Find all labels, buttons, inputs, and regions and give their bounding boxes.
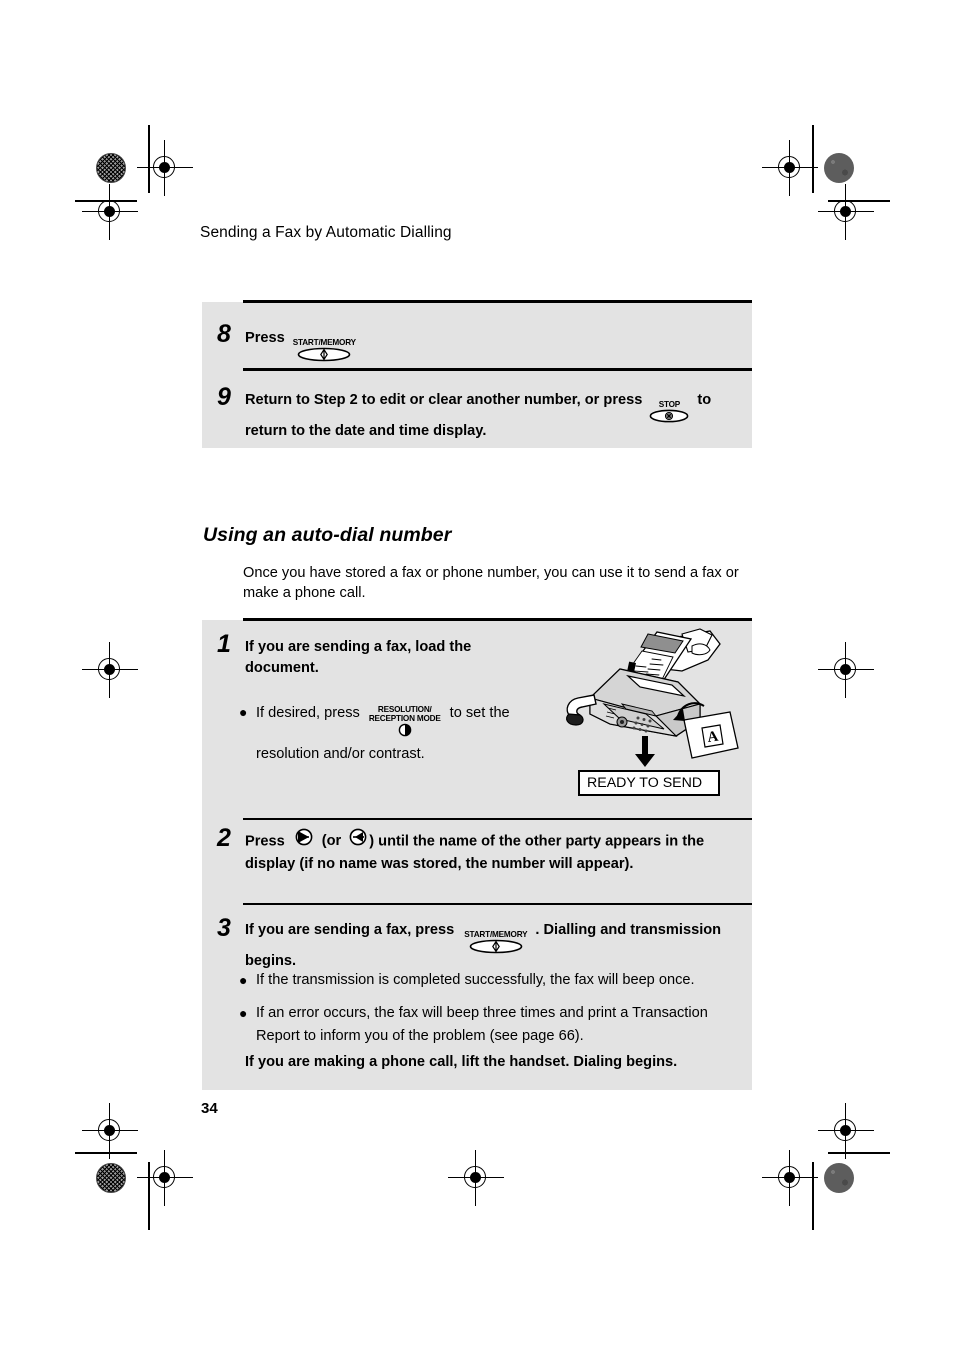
step-3-bullet-2-text: If an error occurs, the fax will beep th…: [256, 1005, 708, 1044]
step-1-heading-line1: If you are sending a fax, load the: [245, 639, 472, 655]
density-patch-top-right: [824, 153, 854, 183]
bullet-dot-icon: ●: [239, 972, 248, 988]
step-2-text: Press (or ) until the name of the other …: [245, 828, 750, 875]
rule-above-step-1: [243, 618, 752, 621]
density-patch-bottom-right: [824, 1163, 854, 1193]
registration-mark-middle-left: [82, 642, 138, 698]
start-memory-key-label: START/MEMORY: [464, 930, 528, 939]
trim-line-bottom-right-horizontal: [828, 1152, 890, 1154]
step-1-bullet-part2: to set the: [449, 705, 510, 721]
step-9-line1-text: Return to Step 2 to edit or clear anothe…: [245, 392, 643, 408]
bullet-dot-icon: ●: [239, 704, 248, 720]
start-memory-key-icon[interactable]: START/MEMORY: [464, 930, 528, 954]
document-page: Sending a Fax by Automatic Dialling 8 Pr…: [0, 0, 954, 1351]
right-arrow-key-icon[interactable]: [293, 828, 315, 853]
registration-mark-lower-right: [818, 1103, 874, 1159]
running-head: Sending a Fax by Automatic Dialling: [200, 224, 452, 241]
rule-above-step-3: [243, 903, 752, 905]
step-9-line2-text: return to the date and time display.: [245, 423, 487, 439]
bullet-dot-icon: ●: [239, 1005, 248, 1021]
down-arrow-icon: [632, 736, 658, 773]
step-1-bullet: ● If desired, press RESOLUTION/ RECEPTIO…: [239, 701, 539, 766]
stop-key-icon[interactable]: STOP: [649, 400, 689, 423]
step-9-to-label: to: [697, 392, 712, 408]
display-readout-box: READY TO SEND: [578, 770, 720, 796]
trim-line-bottom-left-horizontal: [75, 1152, 137, 1154]
registration-mark-top-left: [137, 140, 193, 196]
step-3-text-part2: . Dialling and transmission: [535, 922, 722, 938]
registration-mark-upper-left: [82, 184, 138, 240]
step-8-text: Press START/MEMORY: [245, 328, 745, 362]
trim-line-top-right-horizontal: [828, 200, 890, 202]
trim-line-top-left-vertical: [148, 125, 150, 193]
trim-line-bottom-left-vertical: [148, 1162, 150, 1230]
step-1-bullet-part1: If desired, press: [256, 705, 360, 721]
step-1-number: 1: [217, 630, 231, 658]
registration-mark-bottom-left: [137, 1150, 193, 1206]
trim-line-top-left-horizontal: [75, 200, 137, 202]
start-memory-key-icon[interactable]: START/MEMORY: [293, 338, 356, 362]
density-patch-bottom-left: [96, 1163, 126, 1193]
rule-above-step-8: [243, 300, 752, 303]
step-3-closing-text: If you are making a phone call, lift the…: [245, 1054, 678, 1070]
resolution-reception-mode-key-icon[interactable]: RESOLUTION/ RECEPTION MODE: [369, 705, 441, 737]
step-3-bullet-1: ● If the transmission is completed succe…: [239, 969, 729, 992]
step-2-text-part3: ) until the name of the other party appe…: [369, 833, 705, 850]
step-2-line2-text: display (if no name was stored, the numb…: [245, 856, 634, 872]
step-3-text-part1: If you are sending a fax, press: [245, 922, 455, 938]
step-1-heading: If you are sending a fax, load the docum…: [245, 637, 545, 679]
rule-above-step-2: [243, 818, 752, 820]
registration-mark-middle-right: [818, 642, 874, 698]
step-1-bullet-text: If desired, press RESOLUTION/ RECEPTION …: [256, 701, 539, 766]
trim-line-top-right-vertical: [812, 125, 814, 193]
step-3-number: 3: [217, 914, 231, 942]
left-arrow-key-icon[interactable]: [347, 828, 369, 853]
step-3-bullet-1-text: If the transmission is completed success…: [256, 972, 695, 988]
step-9-text: Return to Step 2 to edit or clear anothe…: [245, 390, 750, 442]
registration-mark-upper-right: [818, 184, 874, 240]
step-3-bullet-2: ● If an error occurs, the fax will beep …: [239, 1002, 724, 1048]
registration-mark-top-right: [762, 140, 818, 196]
start-memory-key-label: START/MEMORY: [292, 338, 356, 347]
registration-mark-bottom-right: [762, 1150, 818, 1206]
step-8-number: 8: [217, 320, 231, 348]
section-title: Using an auto-dial number: [203, 524, 452, 546]
resolution-key-label-line2: RECEPTION MODE: [368, 714, 441, 723]
rule-between-step-8-and-9: [243, 368, 752, 371]
step-2-or-label: (or: [321, 833, 342, 850]
step-3-text: If you are sending a fax, press START/ME…: [245, 920, 750, 972]
page-number: 34: [201, 1100, 218, 1117]
step-9-number: 9: [217, 383, 231, 411]
step-2-press-label: Press: [245, 833, 285, 850]
registration-mark-lower-left: [82, 1103, 138, 1159]
trim-line-bottom-right-vertical: [812, 1162, 814, 1230]
step-1-bullet-line2: resolution and/or contrast.: [256, 746, 425, 762]
registration-mark-bottom-center: [448, 1150, 504, 1206]
step-2-number: 2: [217, 824, 231, 852]
resolution-key-label-line1: RESOLUTION/: [377, 705, 432, 714]
section-intro-text: Once you have stored a fax or phone numb…: [243, 565, 739, 601]
step-8-press-label: Press: [245, 330, 285, 346]
density-patch-top-left: [96, 153, 126, 183]
stop-key-label: STOP: [658, 400, 681, 409]
step-1-heading-line2: document.: [245, 660, 319, 676]
display-readout-text: READY TO SEND: [587, 775, 703, 791]
